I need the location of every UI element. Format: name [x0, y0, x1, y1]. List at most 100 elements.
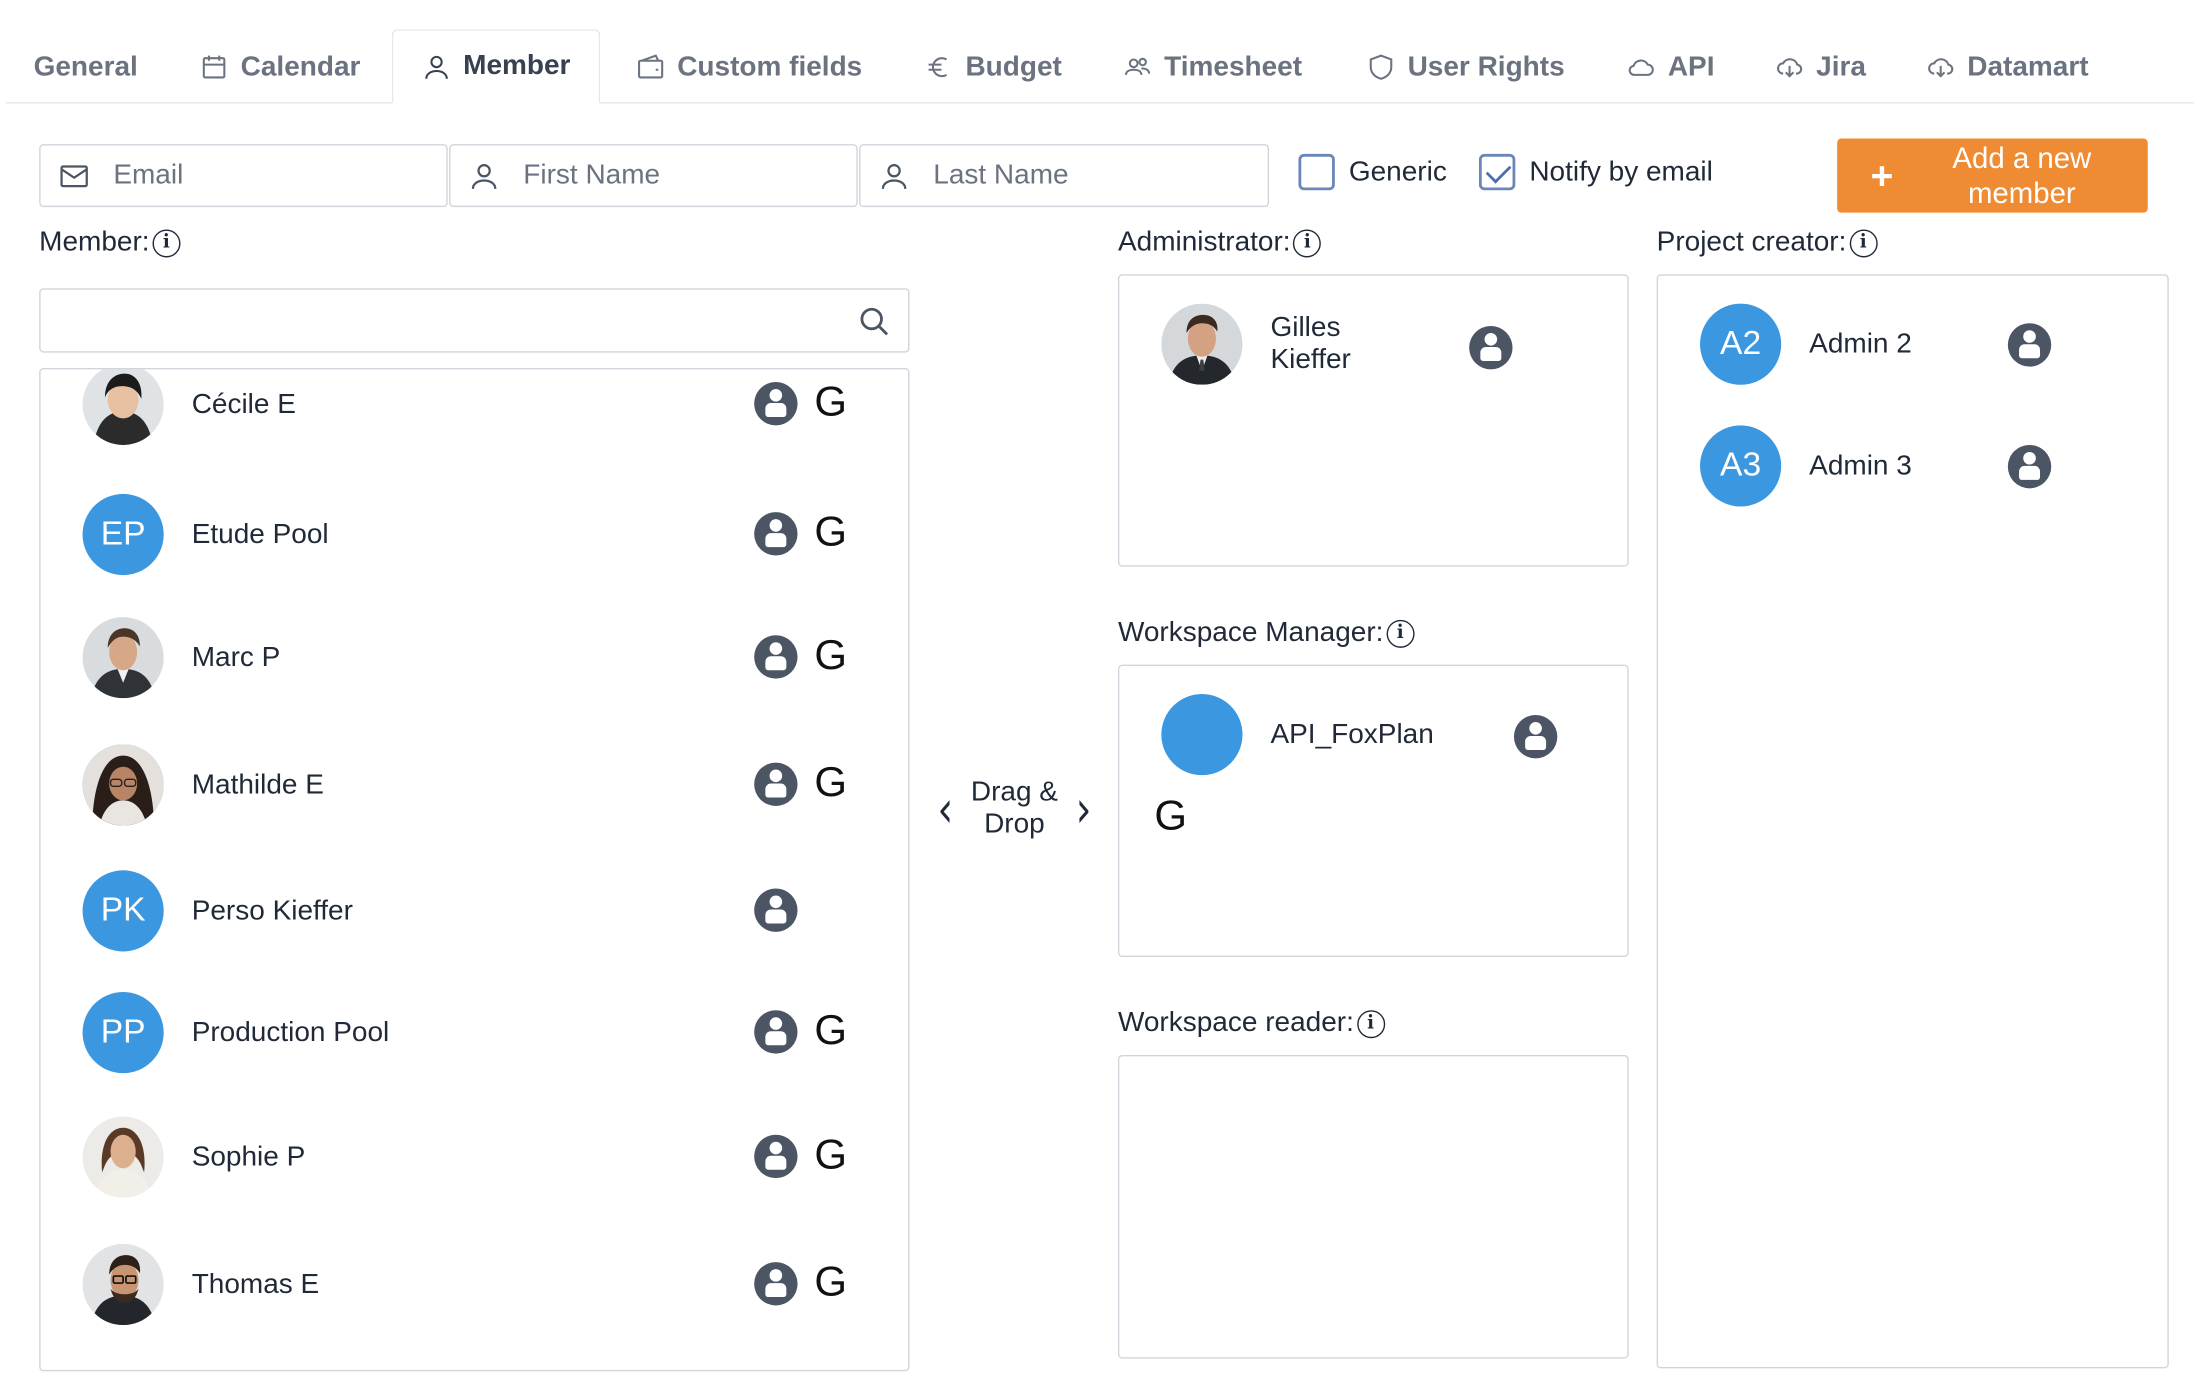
administrator-label: Administrator:	[1117, 226, 1291, 258]
users-icon	[1124, 57, 1151, 75]
drag-drop-label: Drag & Drop	[970, 776, 1058, 840]
member-row[interactable]: Sophie P G	[82, 1116, 867, 1198]
avatar	[82, 744, 164, 826]
first-name-input[interactable]	[520, 158, 806, 194]
info-icon[interactable]: i	[152, 228, 181, 257]
workspace-reader-dropzone[interactable]	[1117, 1054, 1629, 1359]
member-row[interactable]: Marc P G	[82, 617, 867, 699]
shield-icon	[1369, 54, 1393, 80]
avatar	[82, 617, 164, 699]
avatar	[82, 1116, 164, 1198]
project-creator-row[interactable]: A3 Admin 3	[1700, 425, 2148, 507]
member-row[interactable]: PK Perso Kieffer	[82, 870, 867, 952]
member-row[interactable]: PP Production Pool G	[82, 992, 867, 1074]
member-search-input[interactable]	[54, 300, 844, 343]
tab-member[interactable]: Member	[391, 29, 600, 104]
tab-label: Timesheet	[1164, 51, 1303, 82]
member-settings-page: General Calendar Member Custom fields Bu…	[0, 0, 2194, 1388]
notify-checkbox-box[interactable]	[1478, 153, 1516, 191]
drag-drop-hint: ‹ Drag & Drop ›	[937, 774, 1091, 844]
tab-timesheet[interactable]: Timesheet	[1122, 29, 1302, 102]
notify-checkbox[interactable]: Notify by email	[1478, 153, 1713, 191]
add-member-button[interactable]: + Add a new member	[1837, 138, 2148, 213]
member-name: Mathilde E	[191, 768, 324, 800]
last-name-field[interactable]	[859, 144, 1270, 208]
email-input[interactable]	[110, 158, 396, 194]
last-name-input[interactable]	[930, 158, 1216, 194]
administrator-dropzone[interactable]: Gilles Kieffer	[1117, 274, 1629, 567]
generic-checkbox[interactable]: Generic	[1298, 153, 1447, 191]
tab-label: Datamart	[1967, 51, 2089, 82]
project-creator-dropzone[interactable]: A2 Admin 2 A3 Admin 3	[1656, 274, 2169, 1369]
tab-label: Budget	[965, 51, 1062, 82]
member-row[interactable]: Mathilde E G	[82, 744, 867, 826]
project-creator-row[interactable]: A2 Admin 2	[1700, 303, 2148, 385]
generic-badge: G	[814, 1259, 847, 1306]
member-row[interactable]: EP Etude Pool G	[82, 493, 867, 576]
mail-icon	[60, 164, 88, 187]
tab-label: API	[1667, 51, 1715, 82]
tab-label: User Rights	[1407, 51, 1565, 82]
user-role-icon	[1513, 714, 1558, 759]
generic-badge: G	[814, 1131, 847, 1179]
tab-budget[interactable]: Budget	[923, 29, 1062, 102]
user-icon	[881, 163, 907, 189]
user-role-icon	[754, 1010, 798, 1054]
user-role-icon	[754, 1262, 798, 1306]
user-role-icon	[754, 762, 798, 806]
tab-calendar[interactable]: Calendar	[199, 29, 360, 102]
workspace-manager-dropzone[interactable]: API_FoxPlan G	[1117, 664, 1629, 958]
cloud-download-icon	[1777, 58, 1803, 78]
member-row[interactable]: Thomas E G	[82, 1243, 867, 1326]
tab-jira[interactable]: Jira	[1774, 29, 1866, 102]
info-icon[interactable]: i	[1293, 228, 1322, 257]
project-creator-section-label: Project creator: i	[1657, 227, 1878, 259]
member-row[interactable]: Cécile E G	[82, 369, 867, 445]
avatar: A2	[1700, 303, 1782, 385]
tab-datamart[interactable]: Datamart	[1925, 29, 2089, 102]
search-icon[interactable]	[858, 305, 892, 339]
user-role-icon	[754, 381, 798, 426]
user-role-icon	[754, 1134, 798, 1179]
administrator-row[interactable]: Gilles Kieffer	[1161, 303, 1609, 385]
tab-label: Jira	[1816, 51, 1866, 82]
avatar	[82, 1243, 164, 1326]
tab-custom-fields[interactable]: Custom fields	[635, 29, 862, 102]
generic-badge: G	[814, 509, 847, 556]
administrator-section-label: Administrator: i	[1117, 226, 1322, 259]
tab-user-rights[interactable]: User Rights	[1366, 29, 1565, 102]
tab-label: Member	[463, 50, 571, 82]
user-role-icon	[754, 635, 798, 679]
user-icon	[471, 163, 497, 189]
first-name-field[interactable]	[449, 144, 858, 208]
avatar: EP	[82, 493, 164, 576]
generic-checkbox-box[interactable]	[1298, 153, 1335, 191]
user-role-icon	[1469, 326, 1513, 370]
workspace-manager-section-label: Workspace Manager: i	[1118, 617, 1415, 649]
user-icon	[425, 55, 448, 79]
avatar: A3	[1700, 425, 1782, 507]
member-name: Marc P	[191, 641, 281, 673]
user-role-icon	[2007, 323, 2052, 367]
info-icon[interactable]: i	[1386, 619, 1415, 648]
avatar: PP	[82, 992, 164, 1074]
info-icon[interactable]: i	[1356, 1009, 1385, 1038]
member-list[interactable]: Cécile E G EP Etude Pool G Marc P G Math…	[39, 367, 910, 1372]
generic-badge: G	[814, 759, 847, 806]
tab-api[interactable]: API	[1626, 29, 1715, 102]
member-name: Sophie P	[191, 1141, 306, 1172]
chevron-right-icon: ›	[1075, 778, 1092, 839]
member-label: Member:	[39, 226, 150, 258]
workspace-manager-row[interactable]: API_FoxPlan	[1161, 694, 1609, 776]
project-creator-name: Admin 2	[1809, 328, 1912, 359]
tab-general[interactable]: General	[34, 29, 138, 102]
member-search[interactable]	[39, 288, 910, 353]
email-field[interactable]	[39, 144, 448, 208]
user-role-icon	[754, 512, 798, 556]
generic-label: Generic	[1348, 156, 1447, 187]
info-icon[interactable]: i	[1849, 228, 1878, 257]
generic-badge: G	[814, 1007, 847, 1054]
wallet-icon	[638, 54, 664, 79]
workspace-manager-name: API_FoxPlan	[1270, 718, 1434, 750]
project-creator-label: Project creator:	[1656, 226, 1847, 258]
